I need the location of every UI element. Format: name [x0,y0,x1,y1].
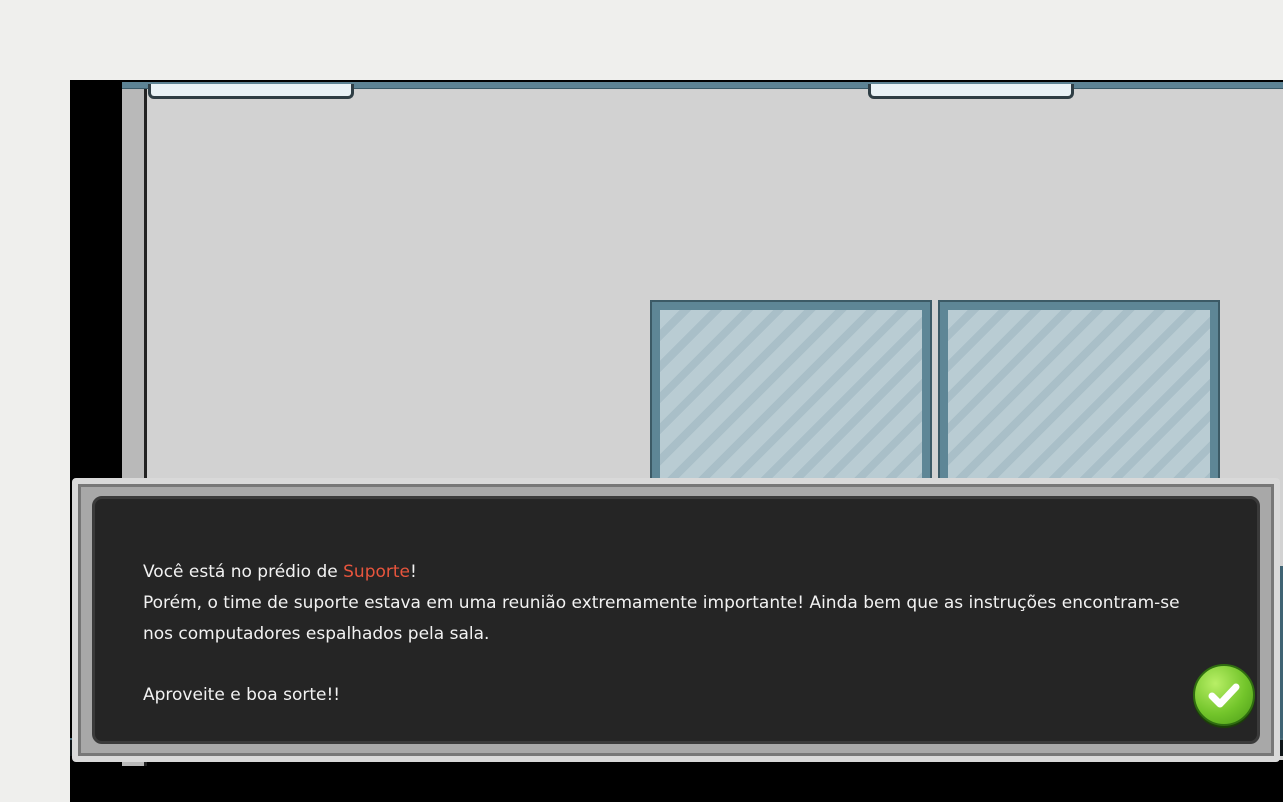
dialog-line-1-prefix: Você está no prédio de [143,562,344,582]
dialog-panel: Você está no prédio de Suporte! Porém, o… [92,496,1260,744]
ceiling-light [868,84,1074,99]
dialog-line-3: Aproveite e boa sorte!! [143,685,341,705]
building-name: Suporte [343,562,411,582]
dialog-line-1-suffix: ! [410,562,417,582]
confirm-button[interactable] [1193,664,1255,726]
check-icon [1208,683,1240,708]
dialog-spacer [143,650,1183,680]
message-dialog: Você está no prédio de Suporte! Porém, o… [72,478,1280,762]
dialog-line-2: Porém, o time de suporte estava em uma r… [143,593,1180,644]
dialog-text: Você está no prédio de Suporte! Porém, o… [143,557,1183,711]
ceiling-light [148,84,354,99]
dialog-line-1: Você está no prédio de Suporte! [143,557,1183,588]
